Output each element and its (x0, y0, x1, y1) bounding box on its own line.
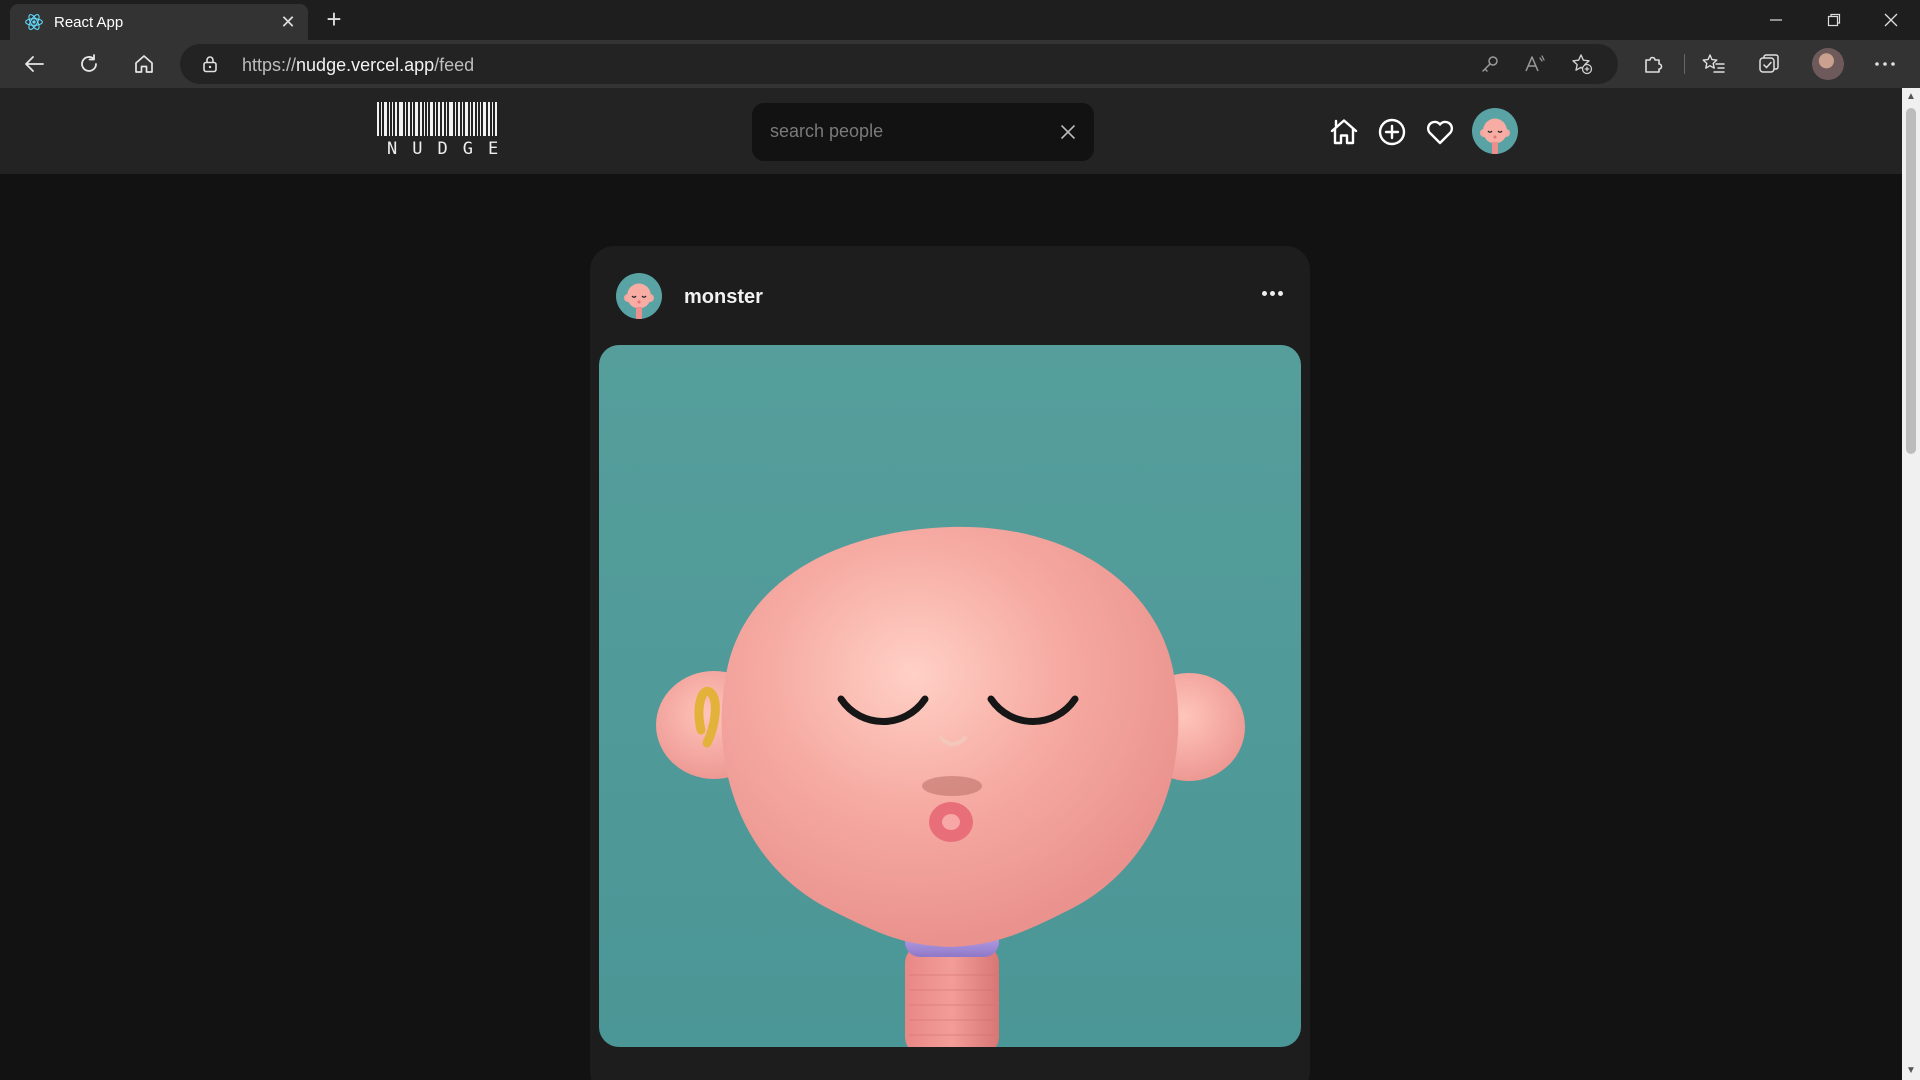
back-button[interactable] (16, 47, 52, 81)
scroll-up-arrow-icon[interactable]: ▲ (1906, 92, 1916, 102)
add-circle-icon (1378, 118, 1406, 146)
barcode-stripe (470, 102, 471, 136)
refresh-button[interactable] (71, 47, 107, 81)
more-icon (1875, 62, 1895, 66)
app-header: NUDGE (0, 88, 1902, 174)
add-favorite-icon[interactable] (1568, 52, 1596, 76)
barcode-stripe (384, 102, 387, 136)
barcode-stripe (449, 102, 453, 136)
read-aloud-icon[interactable] (1521, 52, 1549, 76)
barcode-stripe (446, 102, 447, 136)
barcode-stripe (483, 102, 486, 136)
more-icon-dot (1269, 290, 1275, 296)
post-header: monster (590, 246, 1310, 338)
page-viewport: NUDGE search people monster (0, 88, 1902, 1080)
scrollbar-thumb[interactable] (1906, 108, 1916, 454)
barcode-stripe (438, 102, 440, 136)
url-text: https://nudge.vercel.app/feed (242, 55, 475, 75)
barcode-stripe (458, 102, 460, 136)
browser-menu-button[interactable] (1867, 47, 1903, 81)
post-author-avatar[interactable] (616, 273, 662, 319)
user-avatar-button[interactable] (1472, 108, 1518, 154)
barcode-stripe (477, 102, 478, 136)
close-window-button[interactable] (1862, 0, 1920, 40)
favorites-icon (1702, 54, 1725, 73)
more-icon-dot (1261, 290, 1267, 296)
barcode-stripe (412, 102, 413, 136)
home-icon (1330, 119, 1358, 145)
nudge-logo[interactable]: NUDGE (377, 102, 519, 159)
extensions-icon (1645, 56, 1663, 73)
barcode-stripe (495, 102, 497, 136)
barcode-stripe (405, 102, 406, 136)
barcode-stripe (392, 102, 393, 136)
react-icon (24, 12, 44, 32)
browser-home-button[interactable] (126, 47, 162, 81)
new-tab-button[interactable]: + (318, 6, 350, 34)
minimize-button[interactable] (1747, 0, 1805, 40)
barcode-stripe (430, 102, 433, 136)
toolbar-divider (1684, 54, 1685, 74)
barcode-stripe (377, 102, 379, 136)
search-input[interactable] (770, 121, 1050, 142)
monster-avatar-image (624, 283, 654, 319)
refresh-icon (81, 54, 97, 72)
barcode-stripe (435, 102, 436, 136)
scroll-down-arrow-icon[interactable]: ▼ (1906, 1066, 1916, 1076)
restore-button[interactable] (1805, 0, 1863, 40)
tab-title: React App (54, 13, 124, 31)
barcode-stripe (465, 102, 468, 136)
clear-search-button[interactable] (1056, 120, 1080, 144)
barcode-stripe (389, 102, 390, 136)
post-username[interactable]: monster (684, 286, 763, 309)
barcode-stripe (480, 102, 481, 136)
barcode-stripe (399, 102, 403, 136)
barcode-stripe (455, 102, 456, 136)
browser-tab[interactable]: React App ✕ (10, 4, 308, 40)
post-card: monster (590, 246, 1310, 1080)
back-arrow-icon (25, 56, 44, 72)
monster-head-illustration (656, 526, 1245, 1047)
address-bar[interactable]: https://nudge.vercel.app/feed (180, 44, 1618, 84)
browser-titlebar: React App ✕ + (0, 0, 1920, 40)
barcode-stripe (488, 102, 490, 136)
profile-avatar[interactable] (1812, 48, 1844, 80)
more-icon-dot (1277, 290, 1283, 296)
barcode-stripe (408, 102, 410, 136)
browser-toolbar: https://nudge.vercel.app/feed (0, 40, 1920, 88)
lock-icon (203, 56, 217, 73)
tab-close-icon[interactable]: ✕ (278, 12, 298, 33)
barcode-stripe (462, 102, 463, 136)
barcode-stripe (442, 102, 444, 136)
barcode-stripe (473, 102, 475, 136)
post-image[interactable] (599, 345, 1301, 1047)
home-icon (135, 55, 153, 73)
barcode-stripe (415, 102, 418, 136)
barcode-stripe (420, 102, 422, 136)
extensions-button[interactable] (1635, 47, 1671, 81)
close-icon (1061, 125, 1075, 139)
barcode-stripe (492, 102, 493, 136)
barcode-stripe (381, 102, 382, 136)
nav-likes-button[interactable] (1424, 116, 1456, 148)
barcode-logo-graphic (377, 102, 519, 136)
page-scrollbar[interactable]: ▲ ▼ (1902, 88, 1920, 1080)
barcode-stripe (424, 102, 425, 136)
search-box (752, 103, 1094, 161)
monster-avatar-image (1480, 118, 1510, 154)
nav-home-button[interactable] (1328, 116, 1360, 148)
collections-icon (1759, 54, 1779, 73)
nav-create-post-button[interactable] (1376, 116, 1408, 148)
heart-icon (1426, 120, 1454, 145)
barcode-stripe (395, 102, 397, 136)
barcode-stripe (427, 102, 428, 136)
key-icon[interactable] (1476, 52, 1504, 76)
favorites-button[interactable] (1696, 47, 1732, 81)
logo-text: NUDGE (387, 139, 514, 159)
post-options-button[interactable] (1254, 278, 1290, 308)
collections-button[interactable] (1751, 47, 1787, 81)
